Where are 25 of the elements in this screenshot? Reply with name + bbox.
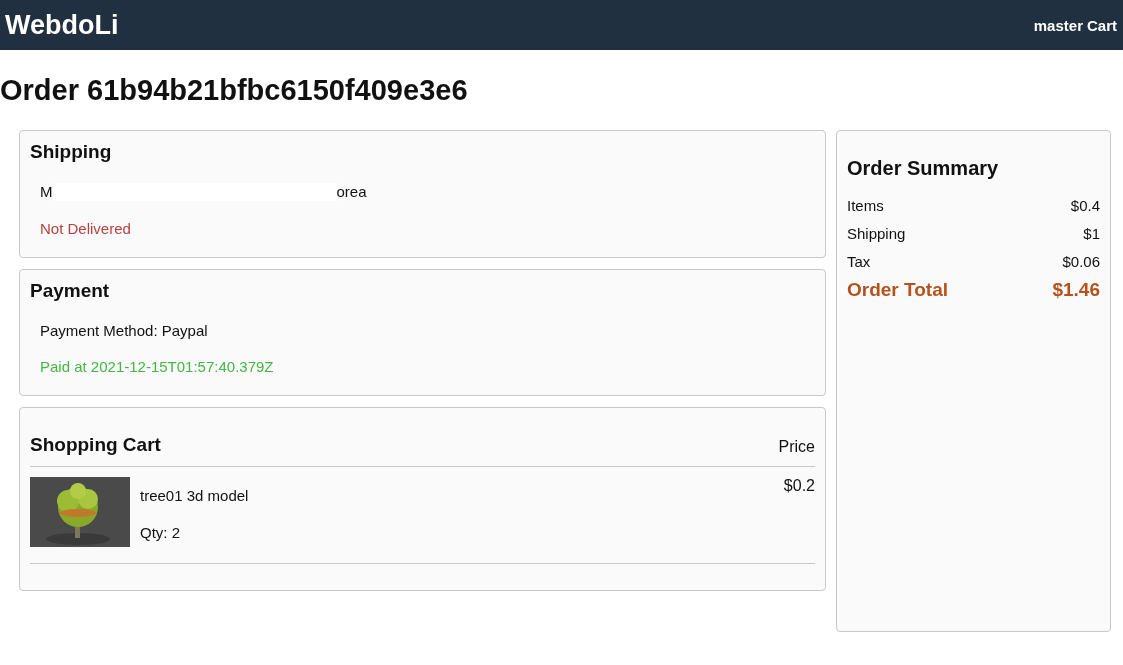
delivery-status: Not Delivered	[40, 220, 132, 237]
quantity-text: Qty: 2	[140, 524, 181, 541]
price-text: $0.2	[783, 477, 815, 496]
section-heading: Shipping	[30, 141, 113, 163]
nav-link[interactable]: Cart	[1087, 16, 1117, 34]
column-header: Price	[778, 438, 815, 456]
address-text: M	[40, 183, 53, 201]
total-value: $1.46	[1052, 278, 1100, 302]
summary-value: $0.4	[1070, 196, 1100, 216]
section-heading: Shopping Cart	[30, 434, 161, 456]
summary-value: $1	[1083, 224, 1100, 244]
product-name: tree01 3d model	[140, 487, 250, 504]
summary-label: Tax	[847, 252, 871, 272]
summary-value: $0.06	[1062, 252, 1100, 272]
total-label: Order Total	[847, 278, 948, 302]
payment-method: Payment Method: Paypal	[40, 322, 209, 339]
nav-link[interactable]: master	[1033, 16, 1083, 34]
section-heading: Payment	[30, 280, 111, 302]
page-title: Order 61b94b21bfbc6150f409e3e6	[0, 74, 469, 108]
section-heading: Order Summary	[847, 157, 1000, 180]
brand-logo[interactable]: WebdoLi	[5, 9, 119, 41]
address-text: orea	[336, 183, 367, 201]
payment-status: Paid at 2021-12-15T01:57:40.379Z	[40, 358, 275, 375]
summary-label: Items	[847, 196, 884, 216]
summary-label: Shipping	[847, 224, 906, 244]
